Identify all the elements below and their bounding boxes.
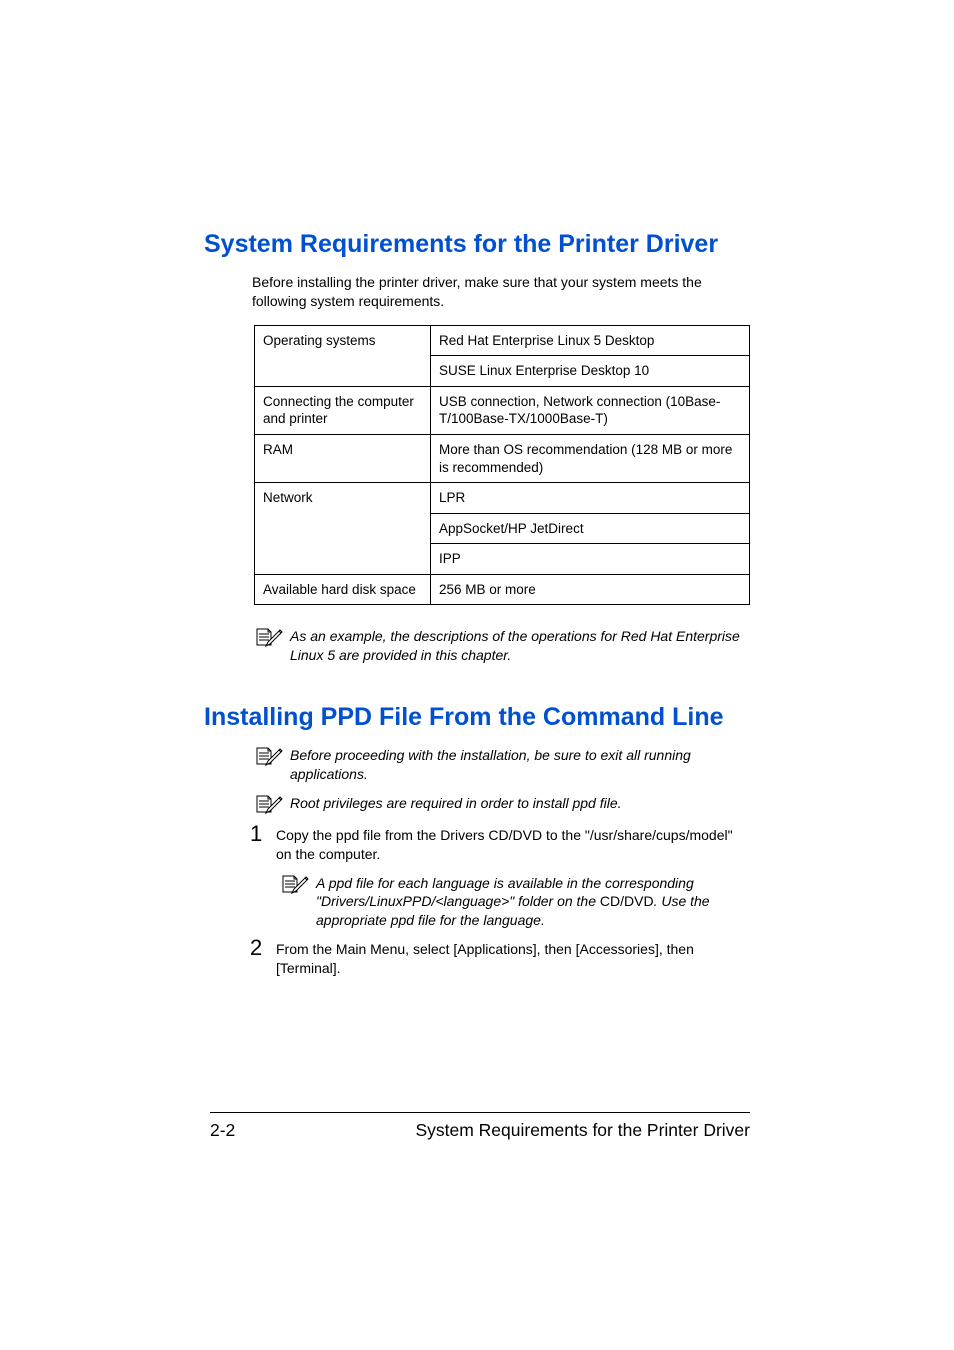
footer-divider: [210, 1112, 750, 1113]
note-icon: [254, 627, 284, 649]
intro-text: Before installing the printer driver, ma…: [252, 273, 750, 311]
table-cell-network-val3: IPP: [431, 544, 750, 575]
table-cell-os-val1: Red Hat Enterprise Linux 5 Desktop: [431, 325, 750, 356]
note-text-2: Before proceeding with the installation,…: [290, 746, 750, 784]
heading-system-requirements: System Requirements for the Printer Driv…: [204, 230, 750, 259]
step-number-2: 2: [250, 937, 274, 959]
step-number-1: 1: [250, 823, 274, 845]
table-cell-os-val2: SUSE Linux Enterprise Desktop 10: [431, 356, 750, 387]
step-text-2: From the Main Menu, select [Applications…: [274, 940, 750, 978]
table-cell-connect-label: Connecting the computer and printer: [255, 386, 431, 434]
note-icon: [254, 794, 284, 816]
note-text-3: Root privileges are required in order to…: [290, 794, 750, 813]
table-cell-ram-val: More than OS recommendation (128 MB or m…: [431, 434, 750, 482]
subnote-text: A ppd file for each language is availabl…: [316, 874, 750, 931]
footer-page-number: 2-2: [210, 1120, 235, 1141]
footer-title: System Requirements for the Printer Driv…: [415, 1120, 750, 1141]
note-icon: [254, 746, 284, 768]
step-text-1: Copy the ppd file from the Drivers CD/DV…: [274, 826, 750, 864]
table-cell-disk-label: Available hard disk space: [255, 574, 431, 605]
table-cell-network-val2: AppSocket/HP JetDirect: [431, 513, 750, 544]
system-requirements-table: Operating systems Red Hat Enterprise Lin…: [254, 325, 750, 605]
table-cell-network-val1: LPR: [431, 483, 750, 514]
note-text-1: As an example, the descriptions of the o…: [290, 627, 750, 665]
heading-installing-ppd: Installing PPD File From the Command Lin…: [204, 703, 750, 732]
table-cell-ram-label: RAM: [255, 434, 431, 482]
table-cell-disk-val: 256 MB or more: [431, 574, 750, 605]
table-cell-os-label: Operating systems: [255, 325, 431, 386]
note-icon: [280, 874, 310, 896]
table-cell-connect-val: USB connection, Network connection (10Ba…: [431, 386, 750, 434]
table-cell-network-label: Network: [255, 483, 431, 575]
